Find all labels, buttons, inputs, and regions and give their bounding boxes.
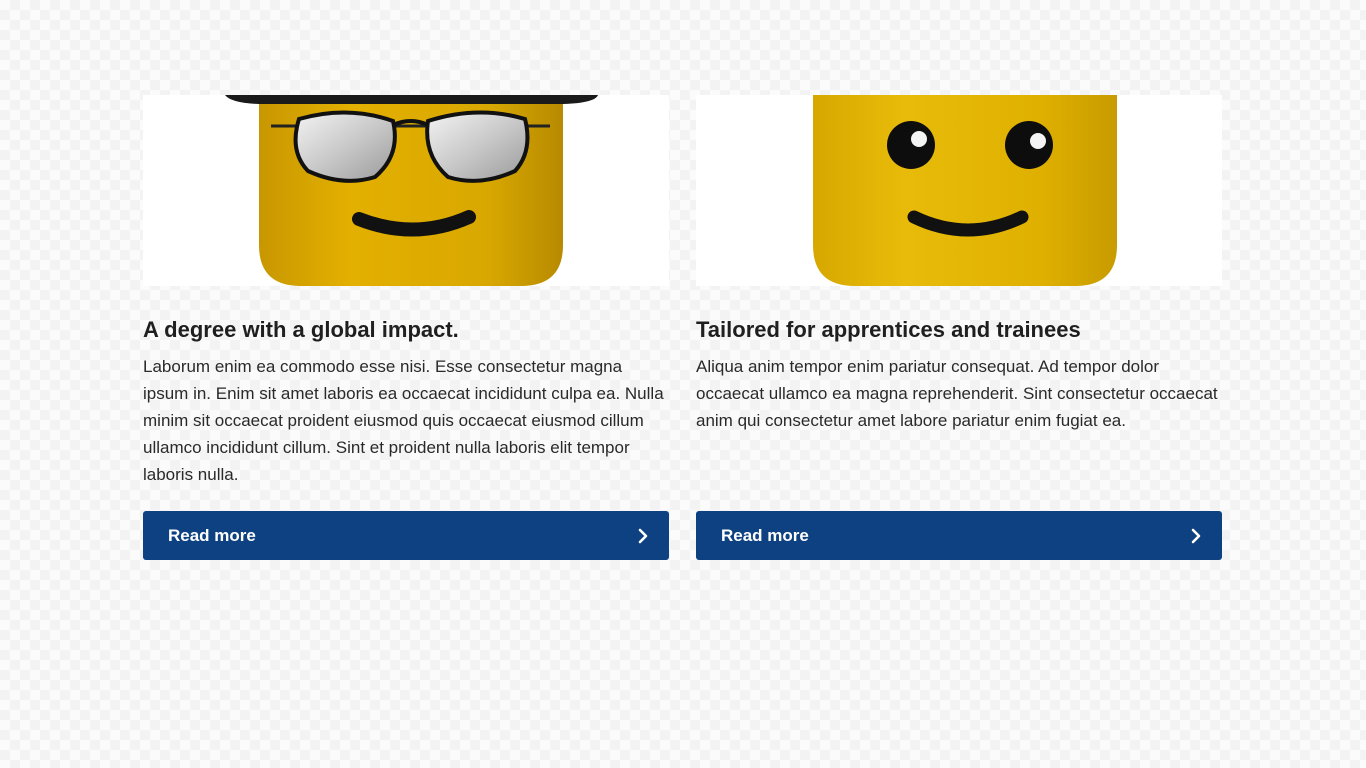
chevron-right-icon [1190, 528, 1202, 544]
card-title: A degree with a global impact. [143, 317, 459, 342]
card-title: Tailored for apprentices and trainees [696, 317, 1081, 342]
minifigure-sunglasses-illustration [225, 95, 598, 286]
read-more-button[interactable]: Read more [143, 511, 669, 560]
card-grid: A degree with a global impact. Laborum e… [143, 95, 1223, 560]
read-more-label: Read more [168, 525, 256, 545]
chevron-right-icon [637, 528, 649, 544]
card-global-impact: A degree with a global impact. Laborum e… [143, 95, 669, 560]
card-description: Aliqua anim tempor enim pariatur consequ… [696, 357, 1218, 430]
minifigure-smiling-illustration [813, 95, 1117, 286]
read-more-button[interactable]: Read more [696, 511, 1222, 560]
card-description: Laborum enim ea commodo esse nisi. Esse … [143, 357, 664, 484]
card-image-smiling-figure [696, 95, 1222, 286]
card-image-sunglasses-figure [143, 95, 669, 286]
read-more-label: Read more [721, 525, 809, 545]
card-apprentices: Tailored for apprentices and trainees Al… [696, 95, 1222, 560]
